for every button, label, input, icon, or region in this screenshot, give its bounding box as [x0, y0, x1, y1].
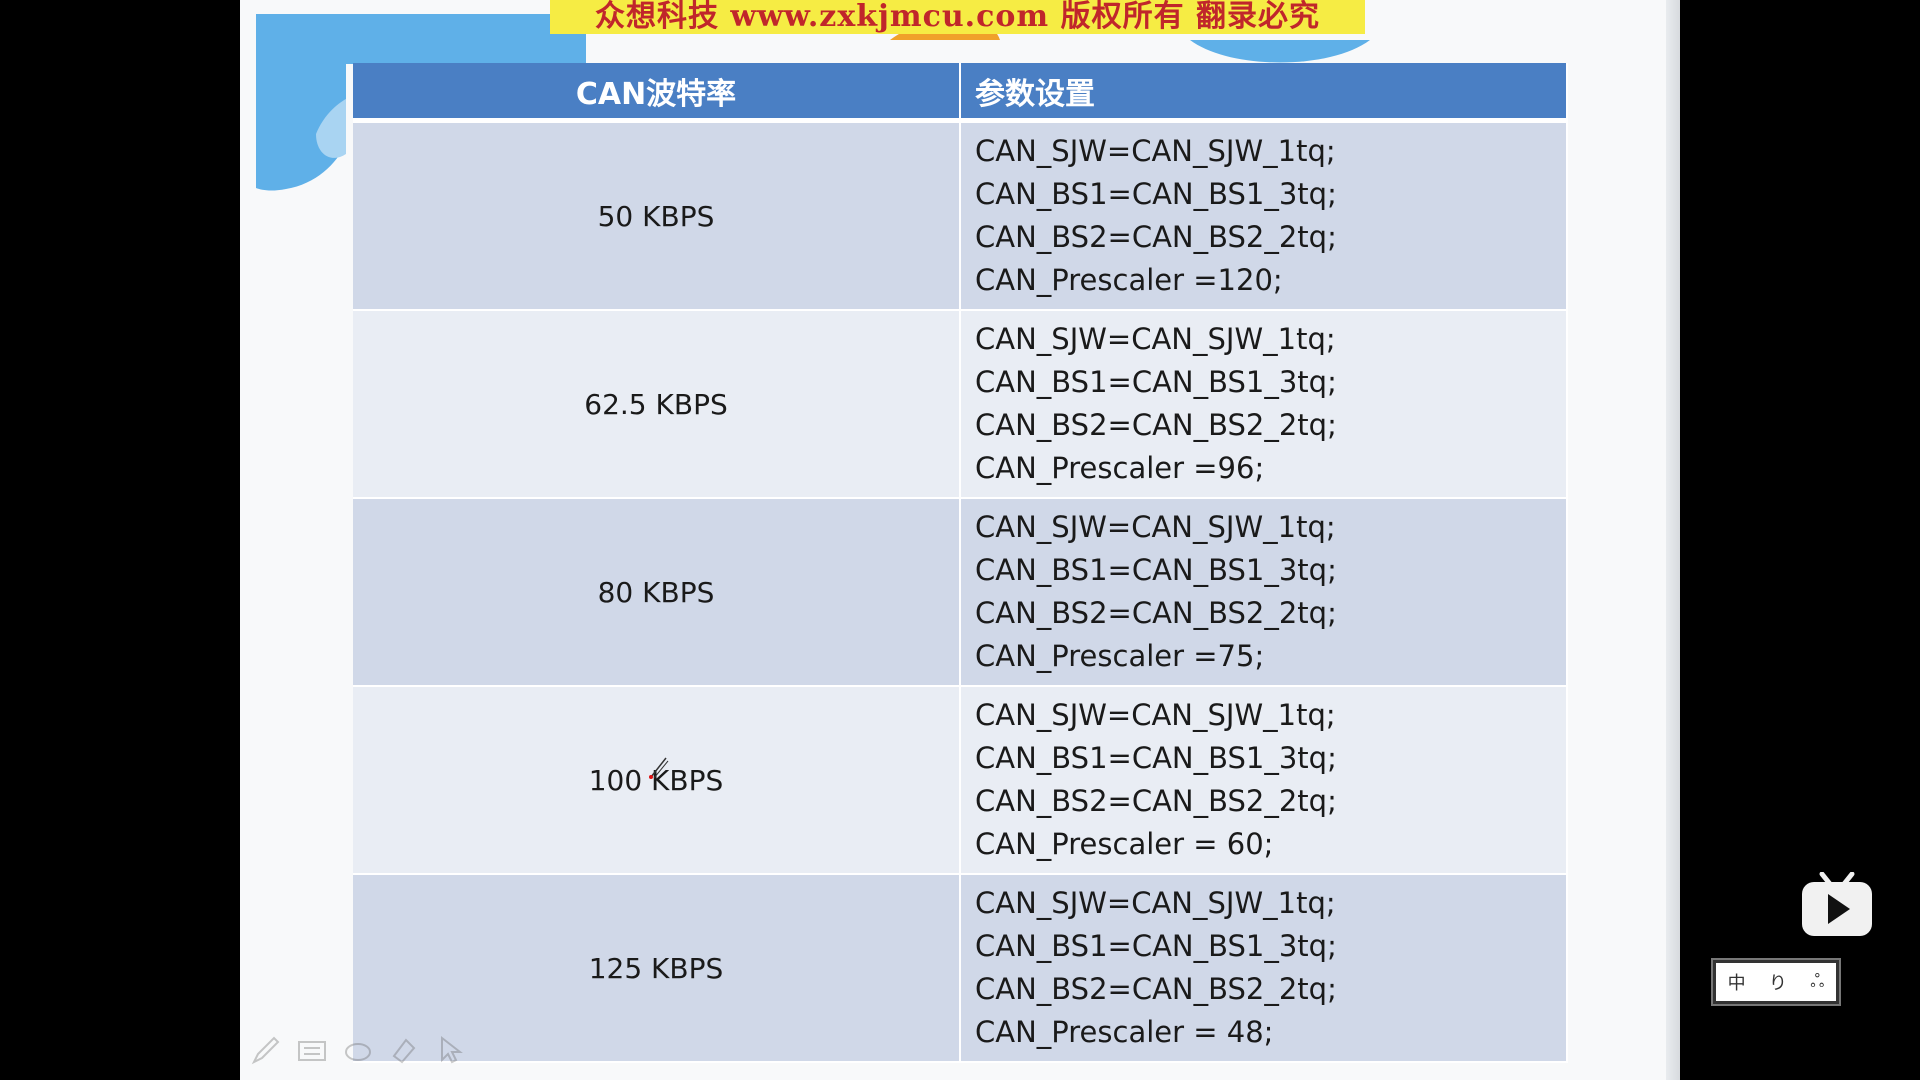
watermark-banner: 众想科技 www.zxkjmcu.com 版权所有 翻录必究	[550, 0, 1365, 34]
ime-user-icon[interactable]: ஃ	[1810, 971, 1824, 994]
param-line: CAN_BS2=CAN_BS2_2tq;	[975, 596, 1337, 630]
header-baudrate: CAN波特率	[353, 63, 961, 123]
ime-chinese-mode[interactable]: 中	[1728, 969, 1746, 995]
ime-toolbar[interactable]: 中 り ஃ	[1713, 960, 1839, 1004]
baudrate-cell: 62.5 KBPS	[353, 310, 961, 499]
param-line: CAN_SJW=CAN_SJW_1tq;	[975, 134, 1336, 168]
param-line: CAN_Prescaler =96;	[975, 451, 1265, 485]
table-row: 62.5 KBPS CAN_SJW=CAN_SJW_1tq; CAN_BS1=C…	[353, 310, 1568, 499]
param-line: CAN_SJW=CAN_SJW_1tq;	[975, 886, 1336, 920]
baudrate-cell: 80 KBPS	[353, 498, 961, 687]
params-cell: CAN_SJW=CAN_SJW_1tq; CAN_BS1=CAN_BS1_3tq…	[960, 874, 1568, 1063]
table-row: 100 KBPS CAN_SJW=CAN_SJW_1tq; CAN_BS1=CA…	[353, 686, 1568, 875]
param-line: CAN_Prescaler =120;	[975, 263, 1283, 297]
param-line: CAN_BS1=CAN_BS1_3tq;	[975, 929, 1337, 963]
ime-moon-icon[interactable]: り	[1769, 969, 1787, 995]
params-cell: CAN_SJW=CAN_SJW_1tq; CAN_BS1=CAN_BS1_3tq…	[960, 120, 1568, 311]
param-line: CAN_BS1=CAN_BS1_3tq;	[975, 741, 1337, 775]
eraser-icon[interactable]	[342, 1034, 374, 1066]
play-icon[interactable]	[1800, 872, 1874, 938]
param-line: CAN_Prescaler =75;	[975, 639, 1265, 673]
param-line: CAN_SJW=CAN_SJW_1tq;	[975, 322, 1336, 356]
params-cell: CAN_SJW=CAN_SJW_1tq; CAN_BS1=CAN_BS1_3tq…	[960, 310, 1568, 499]
params-cell: CAN_SJW=CAN_SJW_1tq; CAN_BS1=CAN_BS1_3tq…	[960, 498, 1568, 687]
param-line: CAN_BS2=CAN_BS2_2tq;	[975, 220, 1337, 254]
keyboard-icon[interactable]	[296, 1034, 328, 1066]
table-header-row: CAN波特率 参数设置	[353, 63, 1568, 123]
highlighter-icon[interactable]	[388, 1034, 420, 1066]
param-line: CAN_BS1=CAN_BS1_3tq;	[975, 553, 1337, 587]
slide-edge	[1666, 0, 1680, 1080]
params-cell: CAN_SJW=CAN_SJW_1tq; CAN_BS1=CAN_BS1_3tq…	[960, 686, 1568, 875]
param-line: CAN_BS2=CAN_BS2_2tq;	[975, 972, 1337, 1006]
param-line: CAN_BS2=CAN_BS2_2tq;	[975, 408, 1337, 442]
param-line: CAN_BS1=CAN_BS1_3tq;	[975, 365, 1337, 399]
annotation-toolbar	[250, 1030, 466, 1070]
pen-icon[interactable]	[250, 1034, 282, 1066]
can-baudrate-table: CAN波特率 参数设置 50 KBPS CAN_SJW=CAN_SJW_1tq;…	[353, 63, 1568, 1063]
pen-cursor-icon	[649, 757, 669, 779]
param-line: CAN_SJW=CAN_SJW_1tq;	[975, 698, 1336, 732]
table-row: 80 KBPS CAN_SJW=CAN_SJW_1tq; CAN_BS1=CAN…	[353, 498, 1568, 687]
table-row: 50 KBPS CAN_SJW=CAN_SJW_1tq; CAN_BS1=CAN…	[353, 120, 1568, 311]
param-line: CAN_SJW=CAN_SJW_1tq;	[975, 510, 1336, 544]
baudrate-cell: 50 KBPS	[353, 120, 961, 311]
pointer-icon[interactable]	[434, 1034, 466, 1066]
param-line: CAN_Prescaler = 48;	[975, 1015, 1274, 1049]
table-row: 125 KBPS CAN_SJW=CAN_SJW_1tq; CAN_BS1=CA…	[353, 874, 1568, 1063]
param-line: CAN_BS2=CAN_BS2_2tq;	[975, 784, 1337, 818]
param-line: CAN_Prescaler = 60;	[975, 827, 1274, 861]
param-line: CAN_BS1=CAN_BS1_3tq;	[975, 177, 1337, 211]
header-params: 参数设置	[960, 63, 1568, 123]
